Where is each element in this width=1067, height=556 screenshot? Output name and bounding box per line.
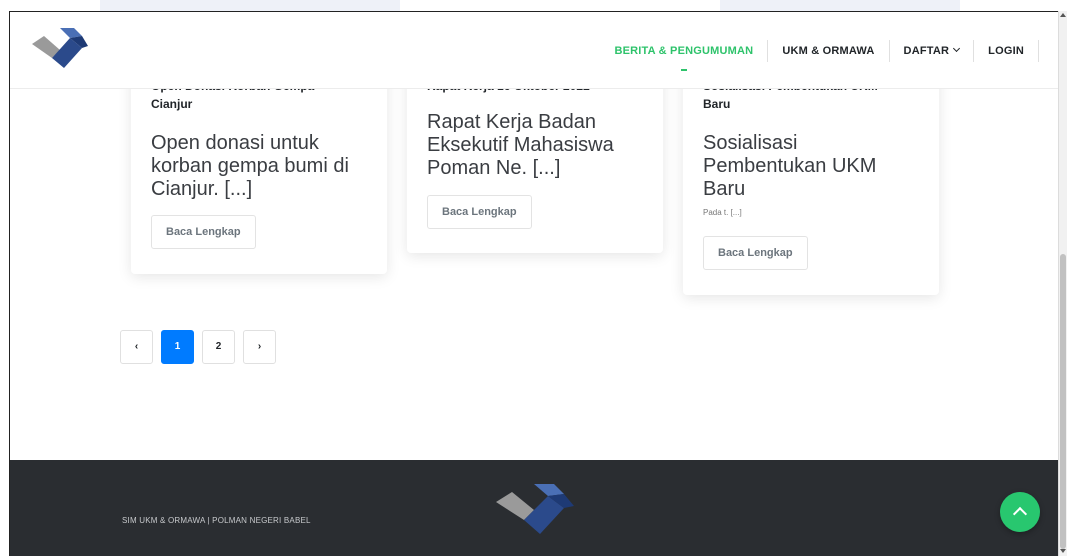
page-scrollbar[interactable] [1058,11,1067,556]
decor-band [720,0,960,11]
page-button-2[interactable]: 2 [202,330,235,364]
news-card: Open Donasi Korban Gempa Cianjur Open do… [131,68,387,274]
news-card: Sosialisasi Pembentukan UKM Baru Sosiali… [683,68,939,295]
read-more-button[interactable]: Baca Lengkap [151,215,256,249]
scroll-to-top-button[interactable] [1000,492,1040,532]
main-nav: BERITA & PENGUMUMAN UKM & ORMAWA DAFTAR … [600,40,1039,71]
decor-band [100,0,400,11]
card-excerpt: Open donasi untuk korban gempa bumi di C… [151,132,349,200]
nav-berita-pengumuman[interactable]: BERITA & PENGUMUMAN [600,40,767,71]
nav-daftar-label: DAFTAR [903,45,950,57]
card-excerpt: Rapat Kerja Badan Eksekutif Mahasiswa Po… [427,111,614,179]
window-top-strip [0,0,1067,11]
news-card: Rapat Kerja 16 Oktober 2022 Rapat Kerja … [407,68,663,253]
footer-copyright: SIM UKM & ORMAWA | POLMAN NEGERI BABEL [122,516,311,525]
read-more-button[interactable]: Baca Lengkap [703,236,808,270]
card-meta: Pada t. [...] [703,208,742,217]
card-title[interactable]: Open Donasi Korban Gempa Cianjur [151,86,361,113]
nav-daftar-dropdown[interactable]: DAFTAR [890,40,974,62]
read-more-button[interactable]: Baca Lengkap [427,195,532,229]
scroll-down-arrow-icon[interactable] [1060,549,1066,553]
site-logo[interactable] [30,24,90,72]
footer-logo [496,484,574,534]
scroll-up-arrow-icon[interactable] [1060,13,1066,17]
scrollbar-thumb[interactable] [1060,254,1066,549]
page-viewport: Open Donasi Korban Gempa Cianjur Open do… [9,11,1058,556]
page-button-1[interactable]: 1 [161,330,194,364]
chevron-up-icon [1012,506,1028,522]
nav-divider [1038,40,1039,62]
site-footer: SIM UKM & ORMAWA | POLMAN NEGERI BABEL [10,460,1058,556]
nav-login[interactable]: LOGIN [974,40,1038,62]
card-title[interactable]: Sosialisasi Pembentukan UKM Baru [703,86,913,113]
card-excerpt: Sosialisasi Pembentukan UKM Baru [703,132,877,200]
pagination: ‹ 1 2 › [120,330,284,364]
page-next-button[interactable]: › [243,330,276,364]
site-header: BERITA & PENGUMUMAN UKM & ORMAWA DAFTAR … [10,12,1058,89]
chevron-down-icon [953,44,961,53]
nav-ukm-ormawa[interactable]: UKM & ORMAWA [768,40,888,62]
page-prev-button[interactable]: ‹ [120,330,153,364]
